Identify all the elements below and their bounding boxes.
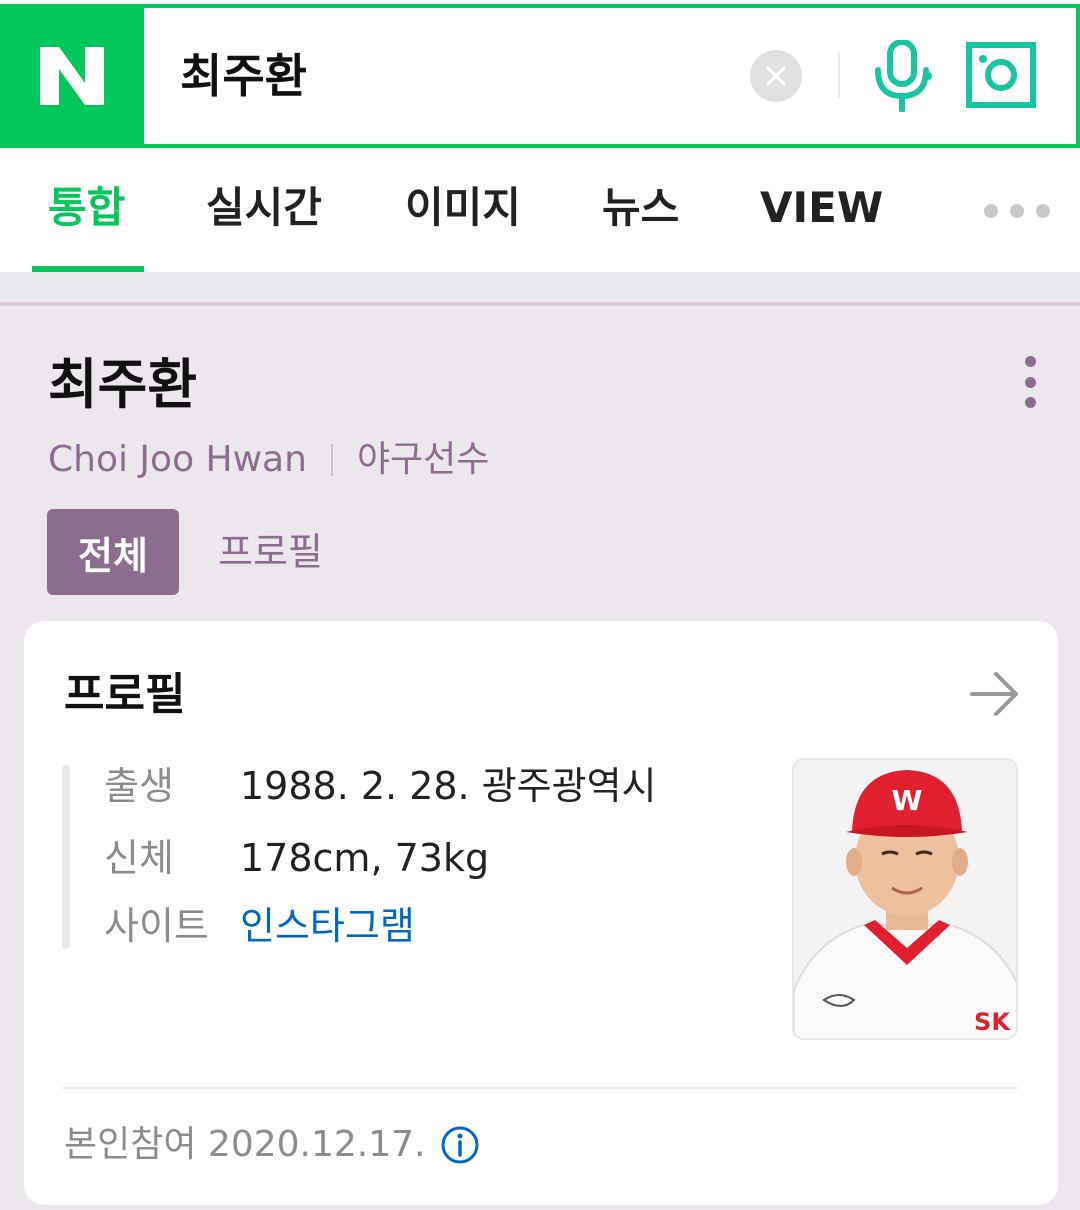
active-tab-indicator	[32, 266, 144, 272]
english-name: Choi Joo Hwan	[48, 439, 307, 480]
info-key: 사이트	[104, 904, 209, 948]
self-verified-text: 본인참여 2020.12.17.	[64, 1124, 426, 1165]
close-icon	[766, 66, 786, 86]
tab-realtime[interactable]: 실시간	[206, 182, 322, 234]
cap-logo: W	[892, 784, 923, 817]
profile-card: 프로필 출생 1988. 2. 28. 광주광역시 신체 178cm, 73kg 사…	[24, 621, 1058, 1205]
search-input[interactable]: 최주환	[180, 46, 307, 106]
tab-images[interactable]: 이미지	[405, 182, 521, 234]
filter-chip-profile[interactable]: 프로필	[218, 524, 323, 580]
more-options-icon[interactable]	[1020, 356, 1040, 408]
occupation: 야구선수	[356, 439, 490, 480]
mic-icon[interactable]	[870, 40, 934, 112]
clear-button[interactable]	[750, 50, 802, 102]
tab-integrated[interactable]: 통합	[48, 182, 125, 234]
player-photo-image: W SK	[794, 760, 1016, 1038]
search-divider	[838, 52, 840, 98]
tab-view[interactable]: VIEW	[760, 182, 883, 234]
profile-photo[interactable]: W SK	[792, 758, 1018, 1040]
info-key: 출생	[104, 764, 174, 808]
info-row-birth: 출생 1988. 2. 28. 광주광역시	[104, 761, 657, 811]
info-value: 178cm, 73kg	[240, 836, 490, 880]
self-verified-note: 본인참여 2020.12.17.	[64, 1121, 480, 1169]
more-tabs-icon[interactable]	[984, 204, 1054, 218]
jersey-sk-text: SK	[974, 1008, 1011, 1036]
filter-chip-all[interactable]: 전체	[47, 509, 179, 595]
info-row-body: 신체 178cm, 73kg	[104, 833, 489, 883]
section-top-border	[0, 302, 1080, 306]
arrow-right-icon[interactable]	[970, 671, 1020, 717]
info-value: 1988. 2. 28. 광주광역시	[240, 764, 657, 808]
camera-lens-icon[interactable]	[966, 42, 1036, 108]
info-row-site: 사이트 인스타그램	[104, 901, 415, 951]
naver-n-icon	[40, 47, 104, 105]
person-subtitle: Choi Joo Hwan 야구선수	[48, 436, 489, 484]
card-divider	[62, 1087, 1018, 1089]
instagram-link[interactable]: 인스타그램	[240, 904, 415, 948]
info-key: 신체	[104, 836, 174, 880]
profile-card-title[interactable]: 프로필	[64, 665, 185, 725]
subtitle-separator	[330, 444, 333, 476]
tab-news[interactable]: 뉴스	[602, 182, 679, 234]
person-name[interactable]: 최주환	[48, 350, 197, 420]
section-gap	[0, 274, 1080, 302]
info-left-bar	[62, 765, 70, 949]
info-icon[interactable]	[440, 1125, 480, 1165]
naver-logo[interactable]	[0, 4, 144, 148]
search-bar: 최주환	[0, 0, 1080, 148]
search-tabs: 통합 실시간 이미지 뉴스 VIEW	[0, 148, 1080, 274]
